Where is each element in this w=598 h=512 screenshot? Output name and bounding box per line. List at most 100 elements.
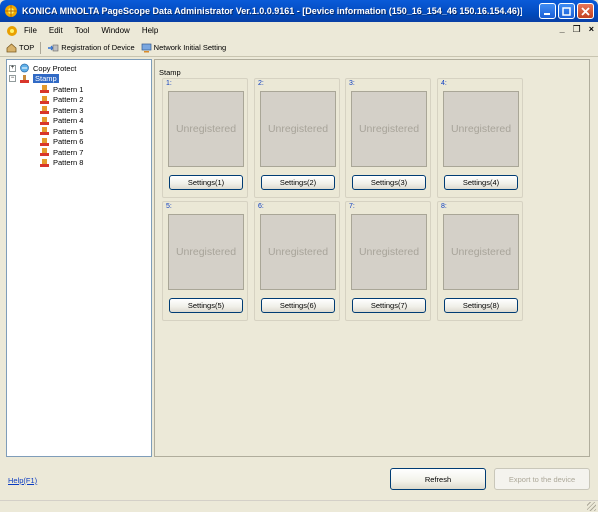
- minimize-icon: [544, 12, 550, 15]
- stamp-slot-8: 8: Unregistered Settings(8): [437, 201, 523, 321]
- export-to-device-button[interactable]: Export to the device: [494, 468, 590, 490]
- network-label: Network Initial Setting: [153, 43, 227, 52]
- tree-label-pattern-4: Pattern 4: [53, 116, 84, 126]
- tree-label-pattern-3: Pattern 3: [53, 105, 84, 115]
- slot-number: 6:: [258, 203, 264, 210]
- pattern-icon: [40, 106, 49, 115]
- bottom-bar: Help(F1) Refresh Export to the device: [0, 460, 598, 500]
- maximize-button[interactable]: [558, 3, 575, 19]
- slot-number: 8:: [441, 203, 447, 210]
- pattern-icon: [40, 85, 49, 94]
- copy-protect-icon: [20, 63, 29, 73]
- top-button[interactable]: TOP: [6, 42, 34, 53]
- expand-icon[interactable]: +: [9, 64, 16, 72]
- slot-preview: Unregistered: [260, 91, 336, 167]
- slot-preview: Unregistered: [351, 91, 427, 167]
- slot-number: 3:: [349, 80, 355, 87]
- tree-label-copy-protect: Copy Protect: [33, 63, 77, 73]
- stamp-slot-2: 2: Unregistered Settings(2): [254, 78, 340, 198]
- settings-5-button[interactable]: Settings(5): [169, 298, 243, 313]
- slot-number: 1:: [166, 80, 172, 87]
- settings-1-button[interactable]: Settings(1): [169, 175, 243, 190]
- resize-grip-icon[interactable]: [587, 502, 596, 511]
- tree-label-stamp: Stamp: [33, 74, 59, 84]
- settings-6-button[interactable]: Settings(6): [261, 298, 335, 313]
- settings-8-button[interactable]: Settings(8): [444, 298, 518, 313]
- menu-edit[interactable]: Edit: [49, 26, 63, 35]
- slot-preview: Unregistered: [168, 214, 244, 290]
- tree-item-pattern-8[interactable]: Pattern 8: [9, 158, 149, 169]
- tree-label-pattern-6: Pattern 6: [53, 137, 84, 147]
- settings-4-button[interactable]: Settings(4): [444, 175, 518, 190]
- tree-item-pattern-5[interactable]: Pattern 5: [9, 126, 149, 137]
- pattern-icon: [40, 116, 49, 125]
- close-button[interactable]: [577, 3, 594, 19]
- tree-label-pattern-8: Pattern 8: [53, 158, 84, 168]
- tree-item-pattern-2[interactable]: Pattern 2: [9, 95, 149, 106]
- home-icon: [6, 42, 17, 52]
- slot-preview: Unregistered: [443, 91, 519, 167]
- pattern-icon: [40, 127, 49, 136]
- settings-7-button[interactable]: Settings(7): [352, 298, 426, 313]
- toolbar-separator: [40, 41, 42, 54]
- slot-number: 4:: [441, 80, 447, 87]
- menu-tool[interactable]: Tool: [75, 26, 90, 35]
- tree-item-pattern-6[interactable]: Pattern 6: [9, 137, 149, 148]
- slot-number: 2:: [258, 80, 264, 87]
- mdi-minimize-button[interactable]: _: [560, 24, 565, 35]
- tree-label-pattern-2: Pattern 2: [53, 95, 84, 105]
- tree-item-pattern-7[interactable]: Pattern 7: [9, 147, 149, 158]
- tree-item-pattern-1[interactable]: Pattern 1: [9, 84, 149, 95]
- slot-preview: Unregistered: [351, 214, 427, 290]
- stamp-content-panel: Stamp 1: Unregistered Settings(1) 2: Unr…: [154, 59, 590, 457]
- navigation-tree[interactable]: + Copy Protect − Stamp Pattern 1 Pattern…: [6, 59, 152, 457]
- settings-3-button[interactable]: Settings(3): [352, 175, 426, 190]
- pattern-icon: [40, 148, 49, 157]
- registration-label: Registration of Device: [61, 43, 135, 52]
- document-app-icon[interactable]: [6, 25, 18, 37]
- tree-item-copy-protect[interactable]: + Copy Protect: [9, 63, 149, 74]
- device-register-icon: [48, 44, 59, 51]
- window-title: KONICA MINOLTA PageScope Data Administra…: [22, 6, 522, 16]
- stamp-slot-3: 3: Unregistered Settings(3): [345, 78, 431, 198]
- stamp-slot-6: 6: Unregistered Settings(6): [254, 201, 340, 321]
- app-icon: [4, 4, 18, 18]
- content-heading: Stamp: [159, 68, 181, 77]
- stamp-slot-5: 5: Unregistered Settings(5): [162, 201, 248, 321]
- stamp-slot-7: 7: Unregistered Settings(7): [345, 201, 431, 321]
- stamp-slot-1: 1: Unregistered Settings(1): [162, 78, 248, 198]
- settings-2-button[interactable]: Settings(2): [261, 175, 335, 190]
- tree-item-pattern-3[interactable]: Pattern 3: [9, 105, 149, 116]
- status-bar: [0, 500, 598, 512]
- slot-number: 7:: [349, 203, 355, 210]
- mdi-restore-button[interactable]: ❐: [573, 24, 581, 35]
- minimize-button[interactable]: [539, 3, 556, 19]
- tree-label-pattern-5: Pattern 5: [53, 126, 84, 136]
- collapse-icon[interactable]: −: [9, 75, 16, 83]
- help-link[interactable]: Help(F1): [8, 476, 37, 485]
- slot-preview: Unregistered: [443, 214, 519, 290]
- refresh-button[interactable]: Refresh: [390, 468, 486, 490]
- pattern-icon: [40, 95, 49, 104]
- slot-preview: Unregistered: [260, 214, 336, 290]
- pattern-icon: [40, 137, 49, 146]
- menu-file[interactable]: File: [24, 26, 37, 35]
- tree-item-stamp[interactable]: − Stamp: [9, 74, 149, 85]
- menu-bar: File Edit Tool Window Help _ ❐ ×: [0, 22, 598, 39]
- pattern-icon: [40, 158, 49, 167]
- toolbar: TOP Registration of Device Network Initi…: [0, 39, 598, 57]
- tree-label-pattern-1: Pattern 1: [53, 84, 84, 94]
- tree-item-pattern-4[interactable]: Pattern 4: [9, 116, 149, 127]
- slot-preview: Unregistered: [168, 91, 244, 167]
- mdi-close-button[interactable]: ×: [589, 24, 594, 35]
- network-icon: [141, 43, 152, 52]
- close-icon: [581, 6, 590, 16]
- registration-of-device-button[interactable]: Registration of Device: [47, 43, 135, 53]
- menu-help[interactable]: Help: [142, 26, 158, 35]
- network-initial-setting-button[interactable]: Network Initial Setting: [141, 43, 227, 53]
- title-bar[interactable]: KONICA MINOLTA PageScope Data Administra…: [0, 0, 598, 22]
- maximize-icon: [562, 6, 571, 16]
- stamp-icon: [20, 74, 29, 83]
- tree-label-pattern-7: Pattern 7: [53, 147, 84, 157]
- menu-window[interactable]: Window: [101, 26, 129, 35]
